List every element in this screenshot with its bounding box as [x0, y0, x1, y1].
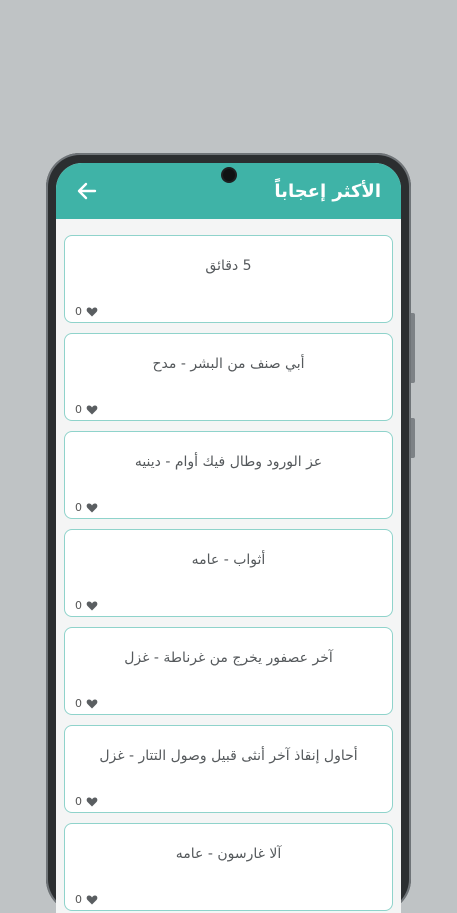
app-screen: الأكثر إعجاباً 5 دقائق 0 أبي صنف من البش…: [56, 163, 401, 913]
heart-icon[interactable]: [86, 796, 98, 807]
back-button[interactable]: [74, 178, 100, 204]
item-title: عز الورود وطال فيك أوام - دينيه: [134, 454, 323, 470]
like-count-value: 0: [75, 305, 82, 318]
like-count: 0: [75, 305, 98, 318]
like-count: 0: [75, 501, 98, 514]
heart-icon[interactable]: [86, 502, 98, 513]
page-title: الأكثر إعجاباً: [274, 180, 381, 202]
like-count-value: 0: [75, 599, 82, 612]
like-count-value: 0: [75, 795, 82, 808]
list-item[interactable]: آخر عصفور يخرج من غرناطة - غزل 0: [64, 627, 393, 715]
power-button: [411, 418, 415, 458]
heart-icon[interactable]: [86, 404, 98, 415]
item-title: آخر عصفور يخرج من غرناطة - غزل: [124, 650, 333, 666]
like-count: 0: [75, 697, 98, 710]
like-count-value: 0: [75, 403, 82, 416]
list-item[interactable]: أحاول إنقاذ آخر أنثى قبيل وصول التتار - …: [64, 725, 393, 813]
app-bar: الأكثر إعجاباً: [56, 163, 401, 219]
volume-button: [411, 313, 415, 383]
like-count: 0: [75, 599, 98, 612]
list-item[interactable]: أثواب - عامه 0: [64, 529, 393, 617]
like-count: 0: [75, 795, 98, 808]
item-title: أثواب - عامه: [191, 552, 266, 568]
item-title: 5 دقائق: [205, 258, 252, 274]
heart-icon[interactable]: [86, 600, 98, 611]
list-item[interactable]: آلا غارسون - عامه 0: [64, 823, 393, 911]
list-item[interactable]: عز الورود وطال فيك أوام - دينيه 0: [64, 431, 393, 519]
heart-icon[interactable]: [86, 306, 98, 317]
arrow-left-icon: [77, 182, 97, 200]
like-count: 0: [75, 403, 98, 416]
item-title: أبي صنف من البشر - مدح: [152, 356, 305, 372]
poem-list: 5 دقائق 0 أبي صنف من البشر - مدح 0 عز ال…: [56, 219, 401, 911]
item-title: آلا غارسون - عامه: [175, 846, 282, 862]
like-count-value: 0: [75, 697, 82, 710]
phone-frame: الأكثر إعجاباً 5 دقائق 0 أبي صنف من البش…: [46, 153, 415, 913]
heart-icon[interactable]: [86, 698, 98, 709]
like-count-value: 0: [75, 501, 82, 514]
front-camera: [222, 169, 235, 181]
list-item[interactable]: 5 دقائق 0: [64, 235, 393, 323]
list-item[interactable]: أبي صنف من البشر - مدح 0: [64, 333, 393, 421]
item-title: أحاول إنقاذ آخر أنثى قبيل وصول التتار - …: [99, 748, 358, 764]
